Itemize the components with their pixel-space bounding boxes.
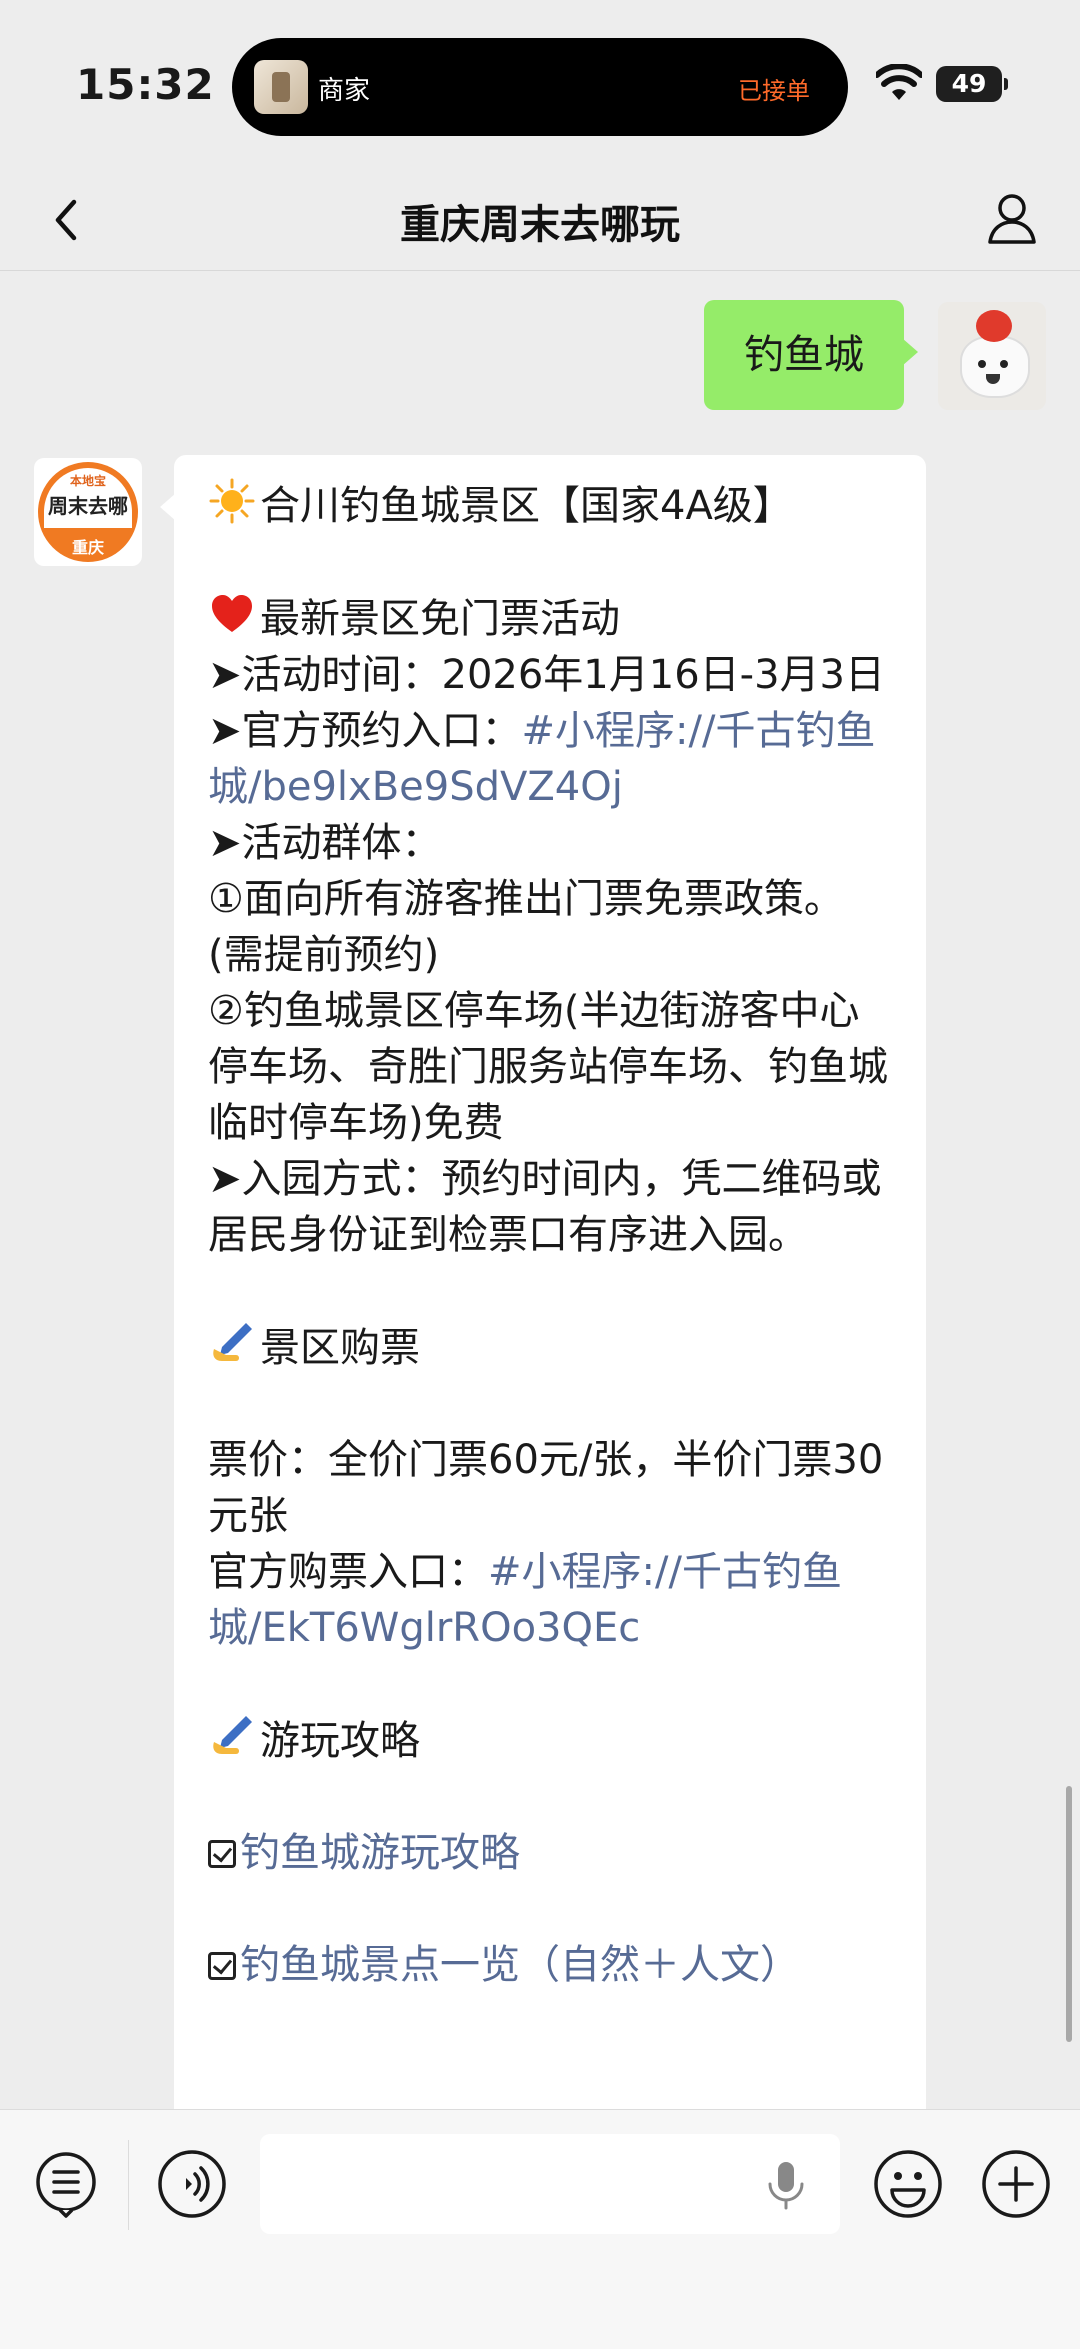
section2-heading: 景区购票: [260, 1325, 420, 1371]
person-icon[interactable]: [980, 186, 1044, 250]
clock: 15:32: [76, 60, 215, 109]
heart-icon: [212, 595, 252, 632]
merchant-thumbnail: [254, 60, 308, 114]
group-item-1: ①面向所有游客推出门票免票政策。(需提前预约): [208, 876, 844, 978]
avatar-top-text: 本地宝: [69, 474, 106, 488]
section-heading-tickets: 景区购票: [208, 1319, 898, 1376]
nav-bar: 重庆周末去哪玩: [0, 170, 1080, 271]
avatar-eye: [978, 360, 986, 368]
checkbox-icon: [208, 1840, 236, 1868]
section-heading-free-ticket: 最新景区免门票活动: [208, 590, 898, 647]
bot-message-bubble[interactable]: 合川钓鱼城景区【国家4A级】 最新景区免门票活动 ➤活动时间：2026年1月16…: [160, 455, 926, 2109]
battery-indicator: 49: [936, 66, 1008, 102]
avatar-mid-text: 周末去哪: [48, 494, 128, 518]
voice-icon[interactable]: [156, 2148, 228, 2220]
divider: [128, 2140, 129, 2230]
writing-hand-icon: [213, 1323, 252, 1361]
island-label: 商家: [318, 76, 371, 106]
guide-link-1[interactable]: 钓鱼城游玩攻略: [240, 1830, 520, 1876]
microphone-icon[interactable]: [766, 2160, 806, 2210]
avatar-eye: [1000, 360, 1008, 368]
chat-title: 重庆周末去哪玩: [400, 202, 680, 248]
avatar-apple: [976, 310, 1012, 342]
island-status: 已接单: [738, 77, 810, 105]
bot-avatar[interactable]: 本地宝 周末去哪 重庆: [34, 458, 142, 566]
entry-method: ➤入园方式：预约时间内，凭二维码或居民身份证到检票口有序进入园。: [208, 1156, 882, 1258]
avatar-character: [960, 336, 1030, 398]
ticket-price: 票价：全价门票60元/张，半价门票30元张: [208, 1437, 884, 1539]
section3-heading: 游玩攻略: [260, 1718, 420, 1764]
scrollbar[interactable]: [1066, 1786, 1072, 2042]
emoji-icon[interactable]: [872, 2148, 944, 2220]
section-heading-guide: 游玩攻略: [208, 1712, 898, 1769]
official-entry: ➤官方预约入口：#小程序://千古钓鱼城/be9lxBe9SdVZ4Oj: [208, 703, 898, 815]
section1-heading: 最新景区免门票活动: [260, 596, 620, 642]
guide-item-2: 钓鱼城景点一览（自然＋人文）: [208, 1937, 898, 1993]
guide-item-1: 钓鱼城游玩攻略: [208, 1825, 898, 1881]
message-title: 合川钓鱼城景区【国家4A级】: [260, 483, 793, 529]
avatar-bottom-text: 重庆: [71, 538, 104, 557]
sun-icon: [209, 478, 255, 524]
message-input[interactable]: [260, 2134, 840, 2234]
user-message-bubble[interactable]: 钓鱼城: [704, 300, 918, 410]
guide-link-2[interactable]: 钓鱼城景点一览（自然＋人文）: [240, 1942, 800, 1988]
message-title-line: 合川钓鱼城景区【国家4A级】: [208, 477, 898, 534]
menu-list-icon[interactable]: [30, 2148, 102, 2220]
group-item-2: ②钓鱼城景区停车场(半边街游客中心停车场、奇胜门服务站停车场、钓鱼城临时停车场)…: [208, 988, 888, 1146]
status-bar: 15:32 商家 已接单 49: [0, 0, 1080, 170]
bot-message-text: 合川钓鱼城景区【国家4A级】 最新景区免门票活动 ➤活动时间：2026年1月16…: [208, 477, 898, 1993]
writing-hand-icon: [213, 1716, 252, 1754]
user-avatar[interactable]: [938, 302, 1046, 410]
plus-icon[interactable]: [980, 2148, 1052, 2220]
chat-area[interactable]: 钓鱼城 本地宝 周末去哪 重庆 合川钓鱼城景区【国家4A级】 最新景区免门票活动…: [0, 271, 1080, 2109]
activity-time: ➤活动时间：2026年1月16日-3月3日: [208, 652, 885, 698]
wifi-icon: [876, 64, 922, 100]
purchase-label: 官方购票入口：: [208, 1549, 488, 1595]
group-label: ➤活动群体：: [208, 820, 442, 866]
input-bar: [0, 2109, 1080, 2349]
purchase-entry: 官方购票入口：#小程序://千古钓鱼城/EkT6WglrROo3QEc: [208, 1544, 898, 1656]
official-entry-label: ➤官方预约入口：: [208, 708, 522, 754]
dynamic-island[interactable]: 商家 已接单: [232, 38, 848, 136]
checkbox-icon: [208, 1952, 236, 1980]
